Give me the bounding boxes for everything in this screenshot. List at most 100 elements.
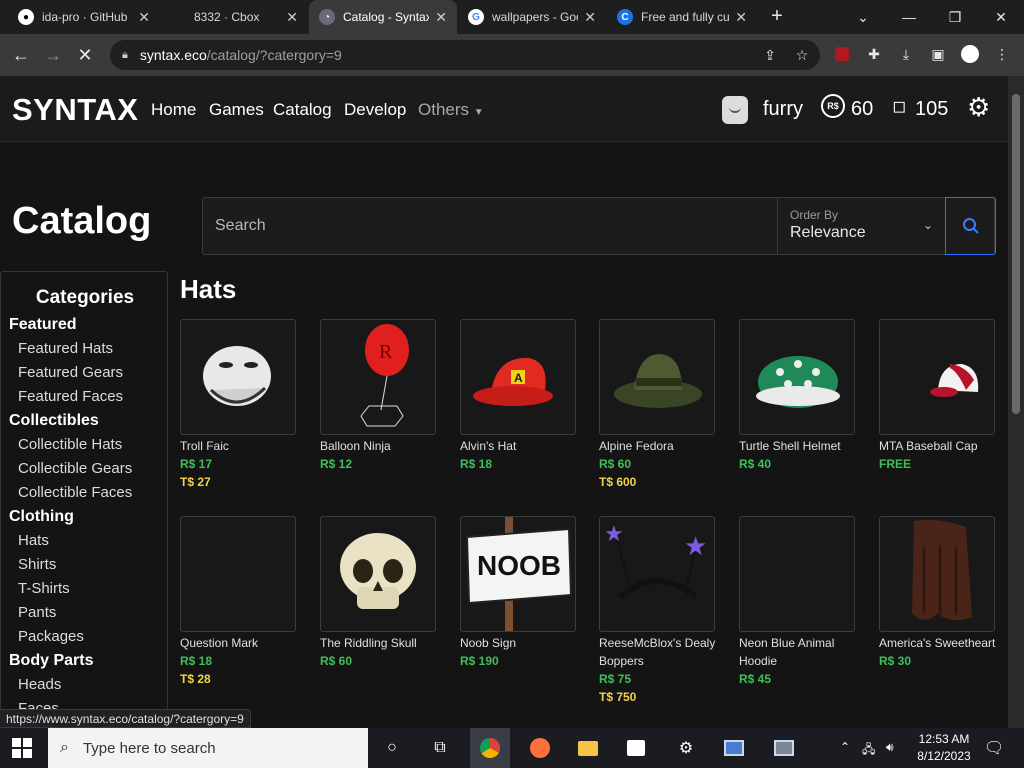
- catalog-item-card[interactable]: Question Mark R$ 18 T$ 28: [180, 516, 300, 688]
- tab-catalog[interactable]: ◔ Catalog - Syntax ✕: [309, 0, 457, 34]
- category-heading[interactable]: Featured: [9, 316, 77, 334]
- app-image-icon[interactable]: [772, 736, 796, 760]
- tab-cbox[interactable]: 8332 · Cbox ✕: [160, 0, 308, 34]
- close-icon[interactable]: ✕: [584, 9, 596, 26]
- category-link[interactable]: Shirts: [18, 556, 56, 573]
- category-link[interactable]: Featured Hats: [18, 340, 113, 357]
- item-name[interactable]: Alvin's Hat: [460, 437, 580, 455]
- item-name[interactable]: America's Sweetheart: [879, 634, 999, 652]
- chrome-icon[interactable]: [478, 736, 502, 760]
- extensions-puzzle-icon[interactable]: ✚: [864, 44, 884, 64]
- notification-icon[interactable]: 🗨︎: [984, 738, 1004, 758]
- close-icon[interactable]: ✕: [286, 9, 298, 26]
- category-link[interactable]: Featured Gears: [18, 364, 123, 381]
- ublock-icon[interactable]: [832, 44, 852, 64]
- category-link[interactable]: Pants: [18, 604, 56, 621]
- task-view-icon[interactable]: ⧉: [428, 736, 452, 760]
- category-link[interactable]: T-Shirts: [18, 580, 70, 597]
- search-button[interactable]: [945, 197, 996, 255]
- item-name[interactable]: Noob Sign: [460, 634, 580, 652]
- item-thumbnail[interactable]: NOOB: [460, 516, 576, 632]
- item-thumbnail[interactable]: [739, 516, 855, 632]
- nav-others-dropdown[interactable]: Others ▼: [418, 100, 484, 120]
- item-thumbnail[interactable]: [320, 516, 436, 632]
- network-icon[interactable]: 🖧︎: [862, 740, 875, 761]
- tab-github[interactable]: ● ida-pro · GitHub ✕: [8, 0, 160, 34]
- category-link[interactable]: Hats: [18, 532, 49, 549]
- item-thumbnail[interactable]: [879, 516, 995, 632]
- item-thumbnail[interactable]: A: [460, 319, 576, 435]
- nav-catalog[interactable]: Catalog: [273, 100, 332, 120]
- item-name[interactable]: Alpine Fedora: [599, 437, 719, 455]
- category-link[interactable]: Packages: [18, 628, 84, 645]
- file-explorer-icon[interactable]: [576, 736, 600, 760]
- scrollbar-thumb[interactable]: [1012, 94, 1020, 414]
- catalog-item-card[interactable]: R Balloon Ninja R$ 12: [320, 319, 440, 473]
- bookmark-star-icon[interactable]: ☆: [792, 45, 812, 65]
- category-heading[interactable]: Collectibles: [9, 412, 99, 430]
- nav-home[interactable]: Home: [151, 100, 196, 120]
- category-link[interactable]: Collectible Faces: [18, 484, 132, 501]
- avatar[interactable]: [722, 96, 748, 124]
- back-arrow-icon[interactable]: ←: [8, 42, 34, 68]
- forward-arrow-icon[interactable]: →: [40, 42, 66, 68]
- close-icon[interactable]: ✕: [735, 9, 747, 26]
- new-tab-plus-icon[interactable]: +: [766, 6, 788, 28]
- app-window-icon[interactable]: [722, 736, 746, 760]
- firefox-icon[interactable]: [528, 736, 552, 760]
- item-thumbnail[interactable]: ★ ★: [599, 516, 715, 632]
- tray-chevron-up-icon[interactable]: ⌃: [840, 740, 850, 754]
- close-icon[interactable]: ✕: [138, 9, 150, 26]
- item-thumbnail[interactable]: [599, 319, 715, 435]
- address-bar[interactable]: 🔒︎ syntax.eco/catalog/?catergory=9: [110, 40, 820, 70]
- system-clock[interactable]: 12:53 AM 8/12/2023: [912, 731, 976, 765]
- page-scrollbar[interactable]: [1008, 76, 1024, 728]
- category-link[interactable]: Collectible Hats: [18, 436, 122, 453]
- download-icon[interactable]: ⤓: [896, 44, 916, 64]
- item-thumbnail[interactable]: [180, 319, 296, 435]
- item-name[interactable]: The Riddling Skull: [320, 634, 440, 652]
- item-thumbnail[interactable]: [879, 319, 995, 435]
- lock-icon[interactable]: 🔒︎: [122, 49, 128, 62]
- item-thumbnail[interactable]: [180, 516, 296, 632]
- category-link[interactable]: Heads: [18, 676, 61, 693]
- chrome-menu-icon[interactable]: ⋮: [992, 44, 1012, 64]
- tab-google[interactable]: G wallpapers - Google ✕: [458, 0, 606, 34]
- stop-loading-icon[interactable]: ✕: [72, 42, 98, 68]
- taskbar-search-box[interactable]: ⌕ Type here to search: [48, 728, 368, 768]
- catalog-item-card[interactable]: ★ ★ ReeseMcBlox's Dealy Boppers R$ 75 T$ 750: [599, 516, 719, 706]
- gear-icon[interactable]: ⚙: [967, 92, 990, 123]
- username[interactable]: furry: [763, 98, 803, 121]
- catalog-item-card[interactable]: Troll Faic R$ 17 T$ 27: [180, 319, 300, 491]
- catalog-item-card[interactable]: A Alvin's Hat R$ 18: [460, 319, 580, 473]
- window-close-icon[interactable]: ✕: [978, 0, 1024, 34]
- order-by-select[interactable]: Order By Relevance ⌄: [777, 198, 945, 254]
- share-icon[interactable]: ⇪: [760, 45, 780, 65]
- catalog-item-card[interactable]: Neon Blue Animal Hoodie R$ 45: [739, 516, 859, 688]
- site-logo[interactable]: SYNTAX: [12, 92, 138, 128]
- robux-balance[interactable]: 60: [851, 98, 873, 121]
- catalog-item-card[interactable]: NOOB Noob Sign R$ 190: [460, 516, 580, 670]
- item-name[interactable]: Balloon Ninja: [320, 437, 440, 455]
- windows-start-icon[interactable]: [12, 738, 32, 758]
- item-name[interactable]: Question Mark: [180, 634, 300, 652]
- tab-search-chevron-icon[interactable]: ⌄: [840, 0, 886, 34]
- category-heading[interactable]: Clothing: [9, 508, 74, 526]
- catalog-item-card[interactable]: Alpine Fedora R$ 60 T$ 600: [599, 319, 719, 491]
- item-name[interactable]: ReeseMcBlox's Dealy Boppers: [599, 634, 719, 670]
- side-panel-icon[interactable]: ▣: [928, 44, 948, 64]
- catalog-item-card[interactable]: MTA Baseball Cap FREE: [879, 319, 999, 473]
- search-input[interactable]: [203, 198, 777, 254]
- tix-balance[interactable]: 105: [915, 98, 948, 121]
- category-heading[interactable]: Body Parts: [9, 652, 93, 670]
- item-name[interactable]: Turtle Shell Helmet: [739, 437, 859, 455]
- nav-games[interactable]: Games: [209, 100, 264, 120]
- restore-icon[interactable]: ❐: [932, 0, 978, 34]
- catalog-item-card[interactable]: The Riddling Skull R$ 60: [320, 516, 440, 670]
- item-thumbnail[interactable]: [739, 319, 855, 435]
- settings-gear-icon[interactable]: ⚙: [674, 736, 698, 760]
- catalog-item-card[interactable]: America's Sweetheart R$ 30: [879, 516, 999, 670]
- microsoft-store-icon[interactable]: [624, 736, 648, 760]
- cortana-icon[interactable]: ○: [380, 736, 404, 760]
- item-name[interactable]: Troll Faic: [180, 437, 300, 455]
